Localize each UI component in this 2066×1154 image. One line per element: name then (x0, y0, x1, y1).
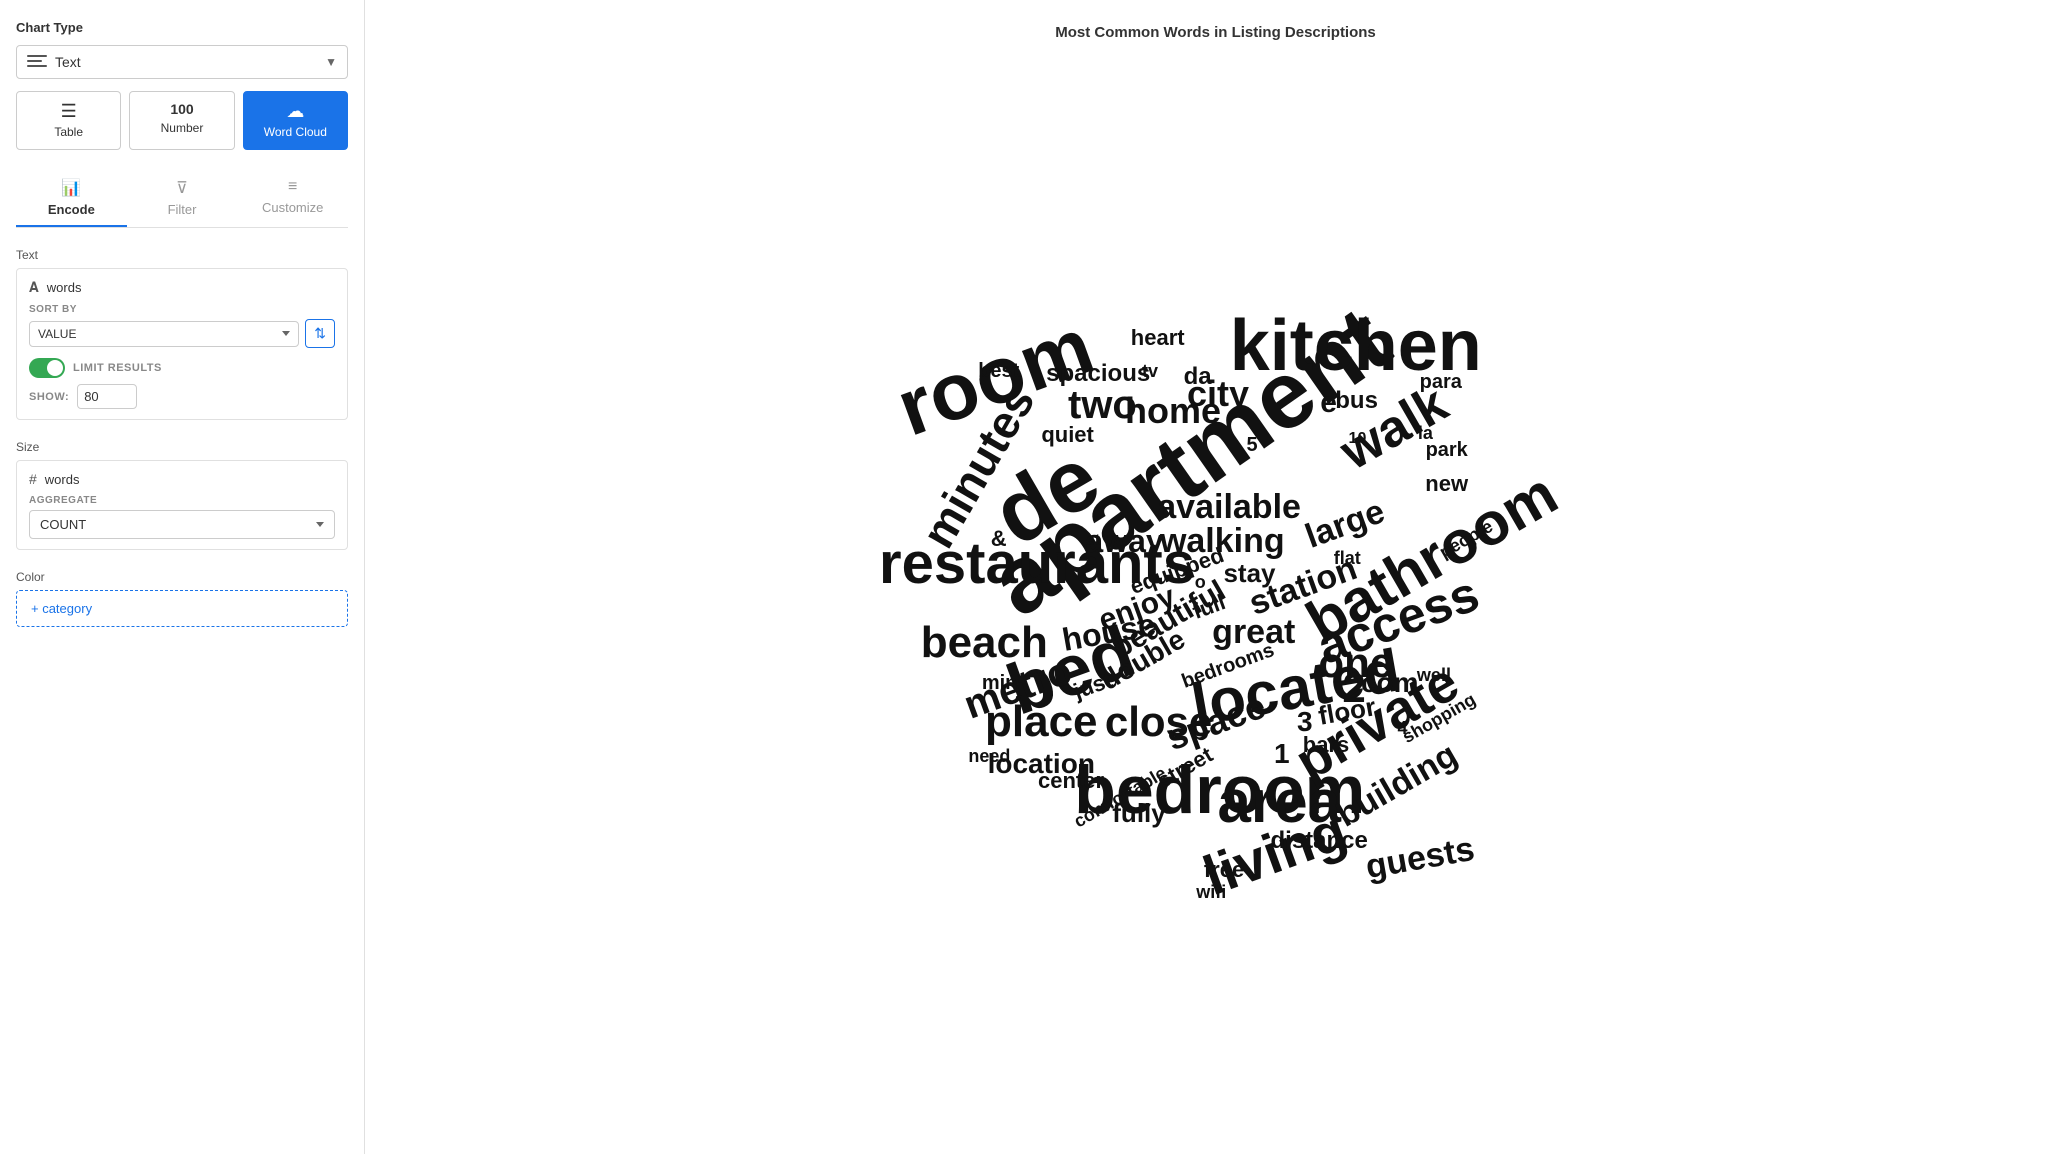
selected-chart-label: Text (55, 54, 325, 70)
word-cloud-word: distance (1271, 829, 1368, 853)
size-field-name: words (45, 472, 80, 487)
text-icon (27, 55, 47, 69)
word-cloud-word: wifi (1196, 883, 1226, 901)
filter-tab-icon: ⊽ (176, 178, 188, 198)
table-icon: ☰ (61, 102, 77, 120)
word-cloud-word: da (1184, 365, 1212, 389)
word-cloud: apartmentkitchenroomdebathroomrestaurant… (866, 258, 1566, 938)
tab-customize[interactable]: ≡ Customize (237, 170, 348, 227)
word-cloud-word: 1 (1274, 740, 1290, 768)
word-cloud-word: park (1426, 440, 1468, 460)
word-cloud-word: available (1157, 490, 1301, 524)
aggregate-label: AGGREGATE (29, 495, 335, 506)
tab-filter[interactable]: ⊽ Filter (127, 170, 238, 227)
text-field-name: words (47, 280, 82, 295)
word-cloud-word: et (1086, 533, 1100, 549)
word-cloud-word: com (1361, 669, 1419, 697)
text-section-label: Text (16, 248, 348, 262)
limit-results-label: LIMIT RESULTS (73, 362, 162, 374)
word-cloud-chart-button[interactable]: ☁ Word Cloud (243, 91, 348, 150)
chart-type-buttons: ☰ Table 100 Number ☁ Word Cloud (16, 91, 348, 150)
text-field-row: 𝐀 words (29, 279, 335, 296)
word-cloud-word: new (1425, 473, 1468, 495)
word-cloud-word: flat (1334, 549, 1361, 567)
sort-direction-button[interactable]: ⇅ (305, 319, 335, 348)
chart-type-section: Chart Type Text ▼ ☰ Table 100 Number ☁ W… (16, 20, 348, 150)
word-cloud-word: spacious (1046, 362, 1150, 386)
chart-title: Most Common Words in Listing Description… (365, 0, 2066, 41)
size-field-row: # words (29, 471, 335, 487)
word-cloud-chart-label: Word Cloud (264, 125, 327, 139)
show-label: SHOW: (29, 391, 69, 403)
word-cloud-word: guests (1363, 832, 1477, 885)
sort-by-label: SORT BY (29, 304, 335, 315)
sidebar: Chart Type Text ▼ ☰ Table 100 Number ☁ W… (0, 0, 365, 1154)
sort-select[interactable]: VALUE ALPHABETICAL (29, 321, 299, 347)
size-field-icon: # (29, 471, 37, 487)
text-encode-card: 𝐀 words SORT BY VALUE ALPHABETICAL ⇅ LIM… (16, 268, 348, 420)
aggregate-select[interactable]: COUNT SUM AVG MIN MAX (29, 510, 335, 539)
word-cloud-word: heart (1131, 327, 1185, 349)
encode-tab-icon: 📊 (61, 178, 81, 198)
chart-type-dropdown[interactable]: Text ▼ (16, 45, 348, 79)
size-encode-section: Size # words AGGREGATE COUNT SUM AVG MIN… (16, 440, 348, 550)
word-cloud-word: need (968, 747, 1010, 765)
word-cloud-word: quiet (1041, 424, 1094, 446)
word-cloud-word: min (982, 673, 1018, 693)
word-cloud-word: well (1417, 666, 1451, 684)
word-cloud-icon: ☁ (286, 102, 304, 120)
limit-results-row: LIMIT RESULTS (29, 358, 335, 378)
color-add-label: + category (31, 601, 92, 616)
customize-tab-label: Customize (262, 200, 323, 215)
text-encode-section: Text 𝐀 words SORT BY VALUE ALPHABETICAL … (16, 248, 348, 420)
customize-tab-icon: ≡ (288, 178, 297, 196)
word-cloud-word: o (1195, 573, 1206, 591)
table-chart-button[interactable]: ☰ Table (16, 91, 121, 150)
size-encode-card: # words AGGREGATE COUNT SUM AVG MIN MAX (16, 460, 348, 550)
number-icon: 100 (170, 102, 193, 116)
limit-results-toggle[interactable] (29, 358, 65, 378)
color-add-button[interactable]: + category (16, 590, 348, 627)
word-cloud-word: tv (1142, 362, 1158, 380)
tab-encode[interactable]: 📊 Encode (16, 170, 127, 227)
encode-tab-label: Encode (48, 202, 95, 217)
word-cloud-word: bars (1303, 734, 1349, 756)
word-cloud-container: apartmentkitchenroomdebathroomrestaurant… (365, 41, 2066, 1154)
size-section-label: Size (16, 440, 348, 454)
color-section: Color + category (16, 570, 348, 627)
show-input[interactable] (77, 384, 137, 409)
dropdown-arrow-icon: ▼ (325, 55, 337, 69)
word-cloud-word: large (1301, 494, 1389, 554)
word-cloud-word: center (1038, 770, 1104, 792)
word-cloud-word: & (991, 528, 1007, 550)
word-cloud-word: 5 (1246, 435, 1257, 455)
show-row: SHOW: (29, 384, 335, 409)
filter-tab-label: Filter (168, 202, 197, 217)
number-chart-button[interactable]: 100 Number (129, 91, 234, 150)
color-section-label: Color (16, 570, 348, 584)
word-cloud-word: free (1204, 859, 1244, 881)
main-content: Most Common Words in Listing Description… (365, 0, 2066, 1154)
word-cloud-word: stay (1223, 560, 1275, 586)
word-cloud-word: para (1420, 372, 1462, 392)
word-cloud-word: 10 (1349, 431, 1367, 447)
number-chart-label: Number (161, 121, 204, 135)
encode-tabs: 📊 Encode ⊽ Filter ≡ Customize (16, 170, 348, 228)
text-field-icon: 𝐀 (29, 279, 39, 296)
word-cloud-word: great (1212, 615, 1295, 649)
word-cloud-word: e (1320, 388, 1337, 418)
table-chart-label: Table (54, 125, 83, 139)
word-cloud-word: 4 (1397, 719, 1407, 737)
sort-row: VALUE ALPHABETICAL ⇅ (29, 319, 335, 348)
word-cloud-word: best (978, 361, 1019, 381)
word-cloud-word: beach (921, 621, 1048, 665)
chart-type-label: Chart Type (16, 20, 348, 35)
word-cloud-word: bus (1335, 389, 1378, 413)
